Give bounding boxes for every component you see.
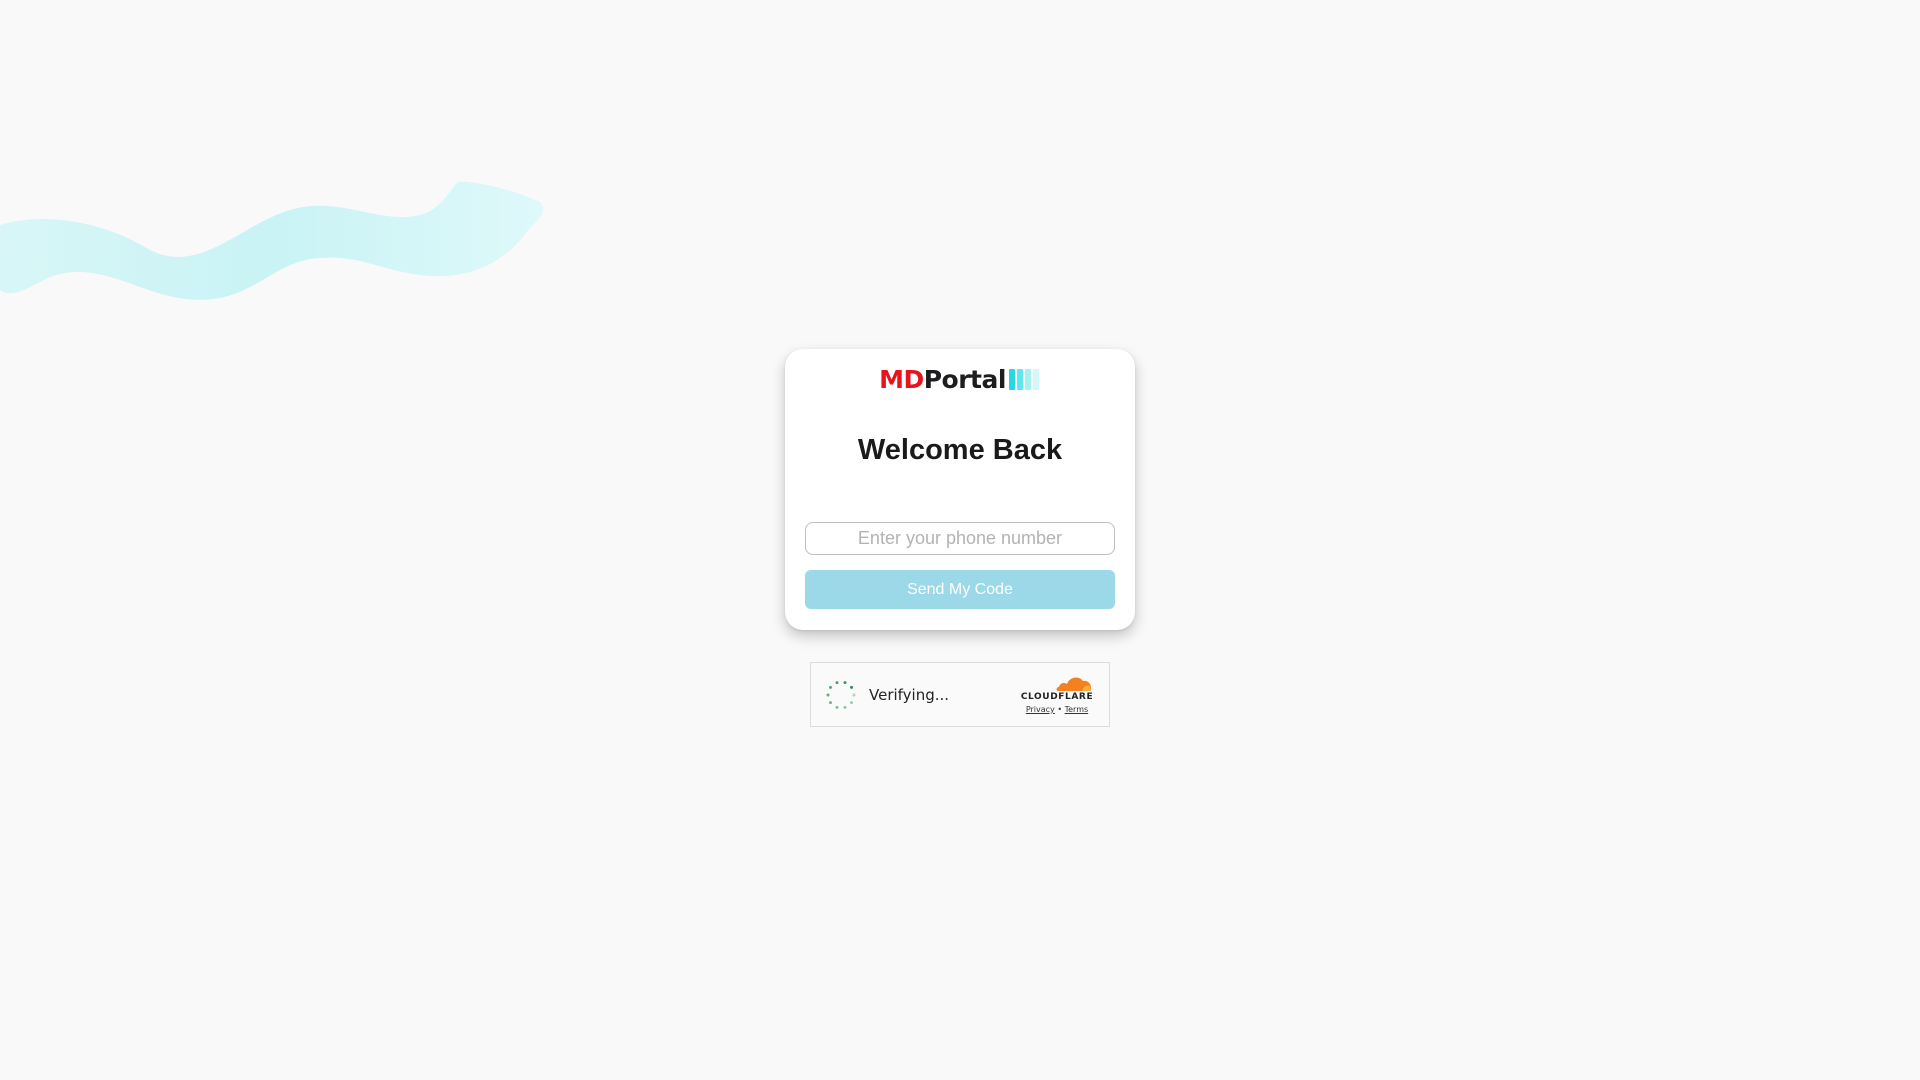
spinner-dot bbox=[843, 705, 847, 709]
link-separator: • bbox=[1057, 705, 1063, 714]
decorative-wave bbox=[0, 181, 544, 300]
spinner-dot bbox=[826, 693, 830, 697]
spinner-dot bbox=[835, 681, 839, 685]
logo-portal-text: Portal bbox=[923, 364, 1007, 394]
logo-md-text: MD bbox=[879, 364, 924, 394]
privacy-link[interactable]: Privacy bbox=[1026, 705, 1055, 714]
spinner-dot bbox=[835, 705, 839, 709]
verifying-status-text: Verifying... bbox=[869, 686, 950, 704]
phone-number-input[interactable] bbox=[805, 522, 1115, 555]
spinner-dot bbox=[828, 701, 832, 705]
cloudflare-links: Privacy • Terms bbox=[1019, 705, 1095, 714]
cloudflare-logo: CLOUDFLARE Privacy • Terms bbox=[1019, 673, 1095, 715]
terms-link[interactable]: Terms bbox=[1065, 705, 1089, 714]
cloudflare-turnstile-widget[interactable]: Verifying... CLOUDFLARE Privacy • Terms bbox=[810, 662, 1110, 727]
mdportal-logo: MD Portal bbox=[785, 364, 1135, 394]
loading-spinner-icon bbox=[826, 681, 856, 709]
cloudflare-wordmark: CLOUDFLARE bbox=[1020, 692, 1094, 702]
login-page: MD Portal Welcome Back Send My Code Veri… bbox=[0, 0, 1920, 1080]
login-card: MD Portal Welcome Back Send My Code bbox=[785, 349, 1135, 630]
send-code-button[interactable]: Send My Code bbox=[805, 570, 1115, 609]
spinner-dot bbox=[852, 693, 856, 697]
cloudflare-cloud-icon bbox=[1056, 677, 1092, 691]
spinner-dot bbox=[843, 681, 847, 685]
logo-bars-icon bbox=[1008, 368, 1041, 390]
spinner-dot bbox=[828, 685, 832, 689]
spinner-dot bbox=[850, 685, 854, 689]
spinner-dot bbox=[850, 701, 854, 705]
page-title: Welcome Back bbox=[857, 434, 1063, 466]
